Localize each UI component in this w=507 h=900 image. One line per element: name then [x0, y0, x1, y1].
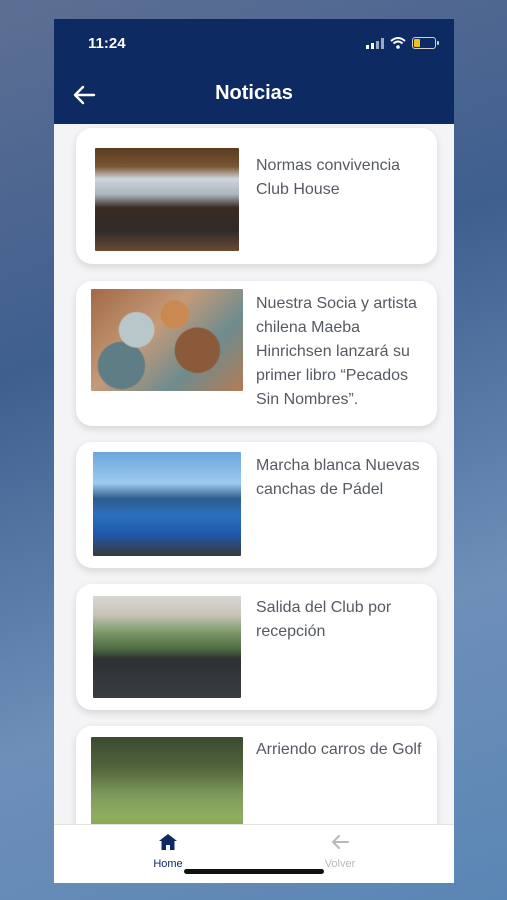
news-title: Nuestra Socia y artista chilena Maeba Hi…	[256, 295, 417, 408]
news-card[interactable]: Arriendo carros de Golf	[76, 726, 437, 824]
app-header: 11:24 Noticias	[54, 19, 454, 124]
back-arrow-icon	[332, 835, 349, 849]
news-card[interactable]: Normas convivencia Club House	[76, 128, 437, 264]
news-title: Salida del Club por recepción	[256, 599, 392, 640]
news-list[interactable]: Normas convivencia Club House Nuestra So…	[54, 124, 454, 824]
news-thumbnail	[91, 737, 243, 824]
signal-icon	[366, 37, 384, 49]
status-time: 11:24	[88, 35, 126, 52]
news-card[interactable]: Marcha blanca Nuevas canchas de Pádel	[76, 442, 437, 568]
wifi-icon	[390, 37, 406, 49]
home-icon	[159, 834, 177, 850]
news-thumbnail	[93, 596, 241, 698]
news-thumbnail	[91, 289, 243, 391]
news-thumbnail	[95, 148, 239, 251]
news-thumbnail	[93, 452, 241, 556]
news-title: Arriendo carros de Golf	[256, 741, 422, 758]
news-title: Normas convivencia Club House	[256, 157, 401, 198]
phone-screen: 11:24 Noticias Normas convivencia Club H…	[54, 19, 454, 883]
page-title: Noticias	[215, 82, 293, 104]
news-card[interactable]: Nuestra Socia y artista chilena Maeba Hi…	[76, 281, 437, 426]
home-indicator	[184, 869, 324, 874]
tab-back[interactable]: Volver	[280, 833, 400, 870]
battery-icon	[412, 37, 439, 49]
news-card[interactable]: Salida del Club por recepción	[76, 584, 437, 710]
tab-home[interactable]: Home	[108, 833, 228, 870]
news-title: Marcha blanca Nuevas canchas de Pádel	[256, 457, 420, 498]
status-icons	[366, 37, 439, 49]
bottom-tab-bar: Home Volver	[54, 824, 454, 883]
